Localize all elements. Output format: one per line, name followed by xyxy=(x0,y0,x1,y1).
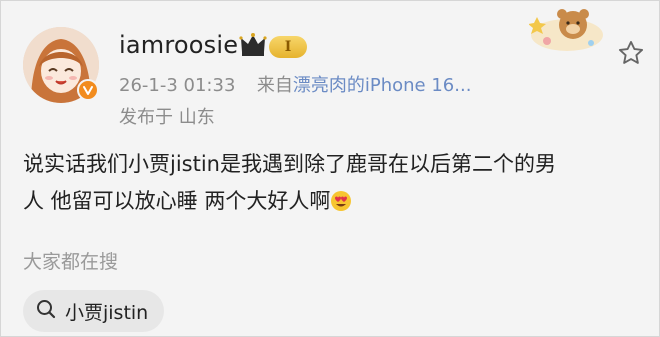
search-icon xyxy=(35,298,57,325)
content-line-2-wrap: 人 他留可以放心睡 两个大好人啊 xyxy=(23,183,643,220)
post-content: 说实话我们小贾jistin是我遇到除了鹿哥在以后第二个的男 人 他留可以放心睡 … xyxy=(23,146,643,220)
username[interactable]: iamroosie xyxy=(119,31,238,59)
trending-label: 大家都在搜 xyxy=(23,251,119,273)
source-device-link[interactable]: 漂亮肉的iPhone 16... xyxy=(293,75,472,96)
content-line-2: 人 他留可以放心睡 两个大好人啊 xyxy=(23,189,331,213)
content-line-1: 说实话我们小贾jistin是我遇到除了鹿哥在以后第二个的男 xyxy=(23,152,556,176)
post-meta: 26-1-3 01:33 来自漂亮肉的iPhone 16... xyxy=(119,71,471,97)
trending-search-chip[interactable]: 小贾jistin xyxy=(23,290,165,332)
location: 发布于 山东 xyxy=(119,107,215,128)
star-icon[interactable] xyxy=(617,39,645,71)
timestamp: 26-1-3 01:33 xyxy=(119,75,236,96)
post-card: iamroosie I 26-1-3 01:33 来自漂亮肉的iPhone 16… xyxy=(0,0,660,337)
source-prefix: 来自 xyxy=(256,75,293,96)
level-badge: I xyxy=(269,36,307,58)
crown-icon xyxy=(239,32,267,62)
verified-badge-icon xyxy=(77,79,99,101)
heart-eyes-emoji-icon xyxy=(330,187,352,211)
search-chip-text: 小贾jistin xyxy=(65,301,149,324)
bear-decoration-icon xyxy=(528,5,605,57)
